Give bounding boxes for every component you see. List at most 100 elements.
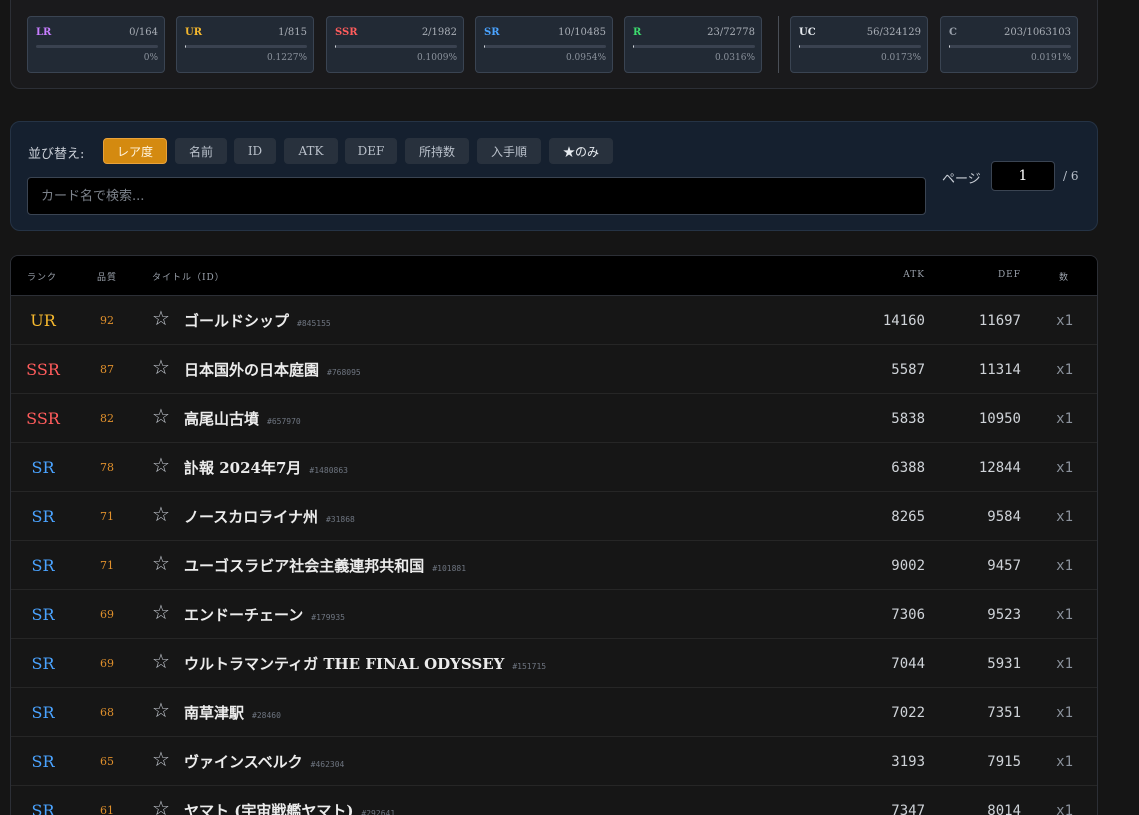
page-total: / 6 (1063, 169, 1079, 183)
card-name: ユーゴスラビア社会主義連邦共和国 (184, 557, 425, 575)
stat-progress-bar (335, 45, 457, 48)
header-atk[interactable]: ATK (903, 270, 925, 280)
card-atk: 14160 (882, 313, 925, 329)
card-rank: SR (31, 801, 55, 815)
card-def: 9584 (987, 509, 1021, 525)
favorite-star-icon[interactable]: ☆ (152, 355, 170, 379)
stat-card-lr: LR 0/164 0% (27, 16, 165, 73)
card-quality: 61 (100, 804, 114, 815)
table-row[interactable]: SSR 87 ☆ 日本国外の日本庭園 #768095 5587 11314 x1 (11, 345, 1097, 394)
card-def: 7915 (987, 754, 1021, 770)
stat-count: 0/164 (129, 27, 158, 38)
card-atk: 9002 (891, 558, 925, 574)
card-search-input[interactable] (27, 177, 926, 215)
page-number-input[interactable] (991, 161, 1055, 191)
sort-id-button[interactable]: ID (234, 138, 276, 164)
stat-card-uc: UC 56/324129 0.0173% (790, 16, 928, 73)
card-def: 11697 (978, 313, 1021, 329)
favorite-star-icon[interactable]: ☆ (152, 698, 170, 722)
card-count: x1 (1056, 313, 1073, 329)
favorite-star-icon[interactable]: ☆ (152, 453, 170, 477)
card-title: ヤマト (宇宙戦艦ヤマト) #292641 (184, 800, 395, 815)
favorite-star-icon[interactable]: ☆ (152, 306, 170, 330)
card-rank: SSR (26, 409, 60, 428)
stat-code: UR (185, 27, 203, 38)
card-rank: SSR (26, 360, 60, 379)
stat-count: 56/324129 (866, 27, 921, 38)
card-table: ランク 品質 タイトル（ID） ATK DEF 数 UR 92 ☆ ゴールドシップ #8… (10, 255, 1098, 815)
stat-percent: 0.0316% (714, 53, 755, 63)
card-name: ノースカロライナ州 (184, 508, 318, 526)
sort-name-button[interactable]: 名前 (175, 138, 227, 164)
header-quality[interactable]: 品質 (97, 270, 117, 283)
favorite-star-icon[interactable]: ☆ (152, 649, 170, 673)
card-title: ゴールドシップ #845155 (184, 310, 331, 331)
card-count: x1 (1056, 362, 1073, 378)
favorite-star-icon[interactable]: ☆ (152, 551, 170, 575)
table-row[interactable]: UR 92 ☆ ゴールドシップ #845155 14160 11697 x1 (11, 296, 1097, 345)
stat-code: C (949, 27, 957, 38)
header-rank[interactable]: ランク (27, 270, 57, 283)
card-id: #101881 (432, 564, 467, 573)
card-count: x1 (1056, 803, 1073, 815)
table-row[interactable]: SR 69 ☆ ウルトラマンティガ THE FINAL ODYSSEY #151715 7… (11, 639, 1097, 688)
card-title: エンドーチェーン #179935 (184, 604, 345, 625)
stat-percent: 0.0191% (1030, 53, 1071, 63)
stat-progress-fill (185, 45, 187, 48)
card-title: 南草津駅 #28460 (184, 702, 281, 723)
favorite-star-icon[interactable]: ☆ (152, 796, 170, 815)
card-title: ヴァインスベルク #462304 (184, 751, 344, 772)
favorite-star-icon[interactable]: ☆ (152, 502, 170, 526)
card-rank: SR (31, 654, 55, 673)
sort-acquired-button[interactable]: 入手順 (477, 138, 541, 164)
stat-progress-bar (633, 45, 755, 48)
stat-progress-bar (484, 45, 606, 48)
card-id: #1480863 (309, 466, 348, 475)
card-quality: 65 (100, 755, 114, 768)
table-row[interactable]: SSR 82 ☆ 高尾山古墳 #657970 5838 10950 x1 (11, 394, 1097, 443)
card-def: 10950 (978, 411, 1021, 427)
card-count: x1 (1056, 607, 1073, 623)
card-atk: 7306 (891, 607, 925, 623)
table-row[interactable]: SR 69 ☆ エンドーチェーン #179935 7306 9523 x1 (11, 590, 1097, 639)
card-quality: 78 (100, 461, 114, 474)
card-id: #179935 (311, 613, 345, 622)
sort-def-button[interactable]: DEF (345, 138, 397, 164)
table-row[interactable]: SR 71 ☆ ノースカロライナ州 #31868 8265 9584 x1 (11, 492, 1097, 541)
filter-starred-button[interactable]: ★のみ (549, 138, 613, 164)
sort-atk-button[interactable]: ATK (284, 138, 338, 164)
card-def: 5931 (987, 656, 1021, 672)
card-atk: 7044 (891, 656, 925, 672)
sort-owned-button[interactable]: 所持数 (405, 138, 469, 164)
table-row[interactable]: SR 78 ☆ 訃報 2024年7月 #1480863 6388 12844 x1 (11, 443, 1097, 492)
card-def: 12844 (978, 460, 1021, 476)
stat-code: UC (799, 27, 816, 38)
card-title: ノースカロライナ州 #31868 (184, 506, 355, 527)
stat-progress-fill (335, 45, 337, 48)
table-row[interactable]: SR 71 ☆ ユーゴスラビア社会主義連邦共和国 #101881 9002 9457 x1 (11, 541, 1097, 590)
card-quality: 82 (100, 412, 114, 425)
stat-card-r: R 23/72778 0.0316% (624, 16, 762, 73)
card-count: x1 (1056, 509, 1073, 525)
table-row[interactable]: SR 65 ☆ ヴァインスベルク #462304 3193 7915 x1 (11, 737, 1097, 786)
card-name: 高尾山古墳 (184, 410, 260, 428)
sort-label: 並び替え: (28, 147, 85, 162)
favorite-star-icon[interactable]: ☆ (152, 600, 170, 624)
favorite-star-icon[interactable]: ☆ (152, 404, 170, 428)
card-id: #845155 (297, 319, 331, 328)
table-row[interactable]: SR 61 ☆ ヤマト (宇宙戦艦ヤマト) #292641 7347 8014 x1 (11, 786, 1097, 815)
favorite-star-icon[interactable]: ☆ (152, 747, 170, 771)
stat-progress-fill (633, 45, 635, 48)
sort-rarity-button[interactable]: レア度 (103, 138, 167, 164)
card-count: x1 (1056, 705, 1073, 721)
header-count[interactable]: 数 (1059, 270, 1069, 283)
stat-count: 23/72778 (707, 27, 755, 38)
card-id: #151715 (512, 662, 547, 671)
card-atk: 3193 (891, 754, 925, 770)
table-row[interactable]: SR 68 ☆ 南草津駅 #28460 7022 7351 x1 (11, 688, 1097, 737)
card-name: ヴァインスベルク (184, 753, 303, 771)
card-count: x1 (1056, 754, 1073, 770)
card-title: 訃報 2024年7月 #1480863 (184, 457, 348, 478)
header-title[interactable]: タイトル（ID） (152, 270, 225, 283)
header-def[interactable]: DEF (998, 270, 1021, 280)
